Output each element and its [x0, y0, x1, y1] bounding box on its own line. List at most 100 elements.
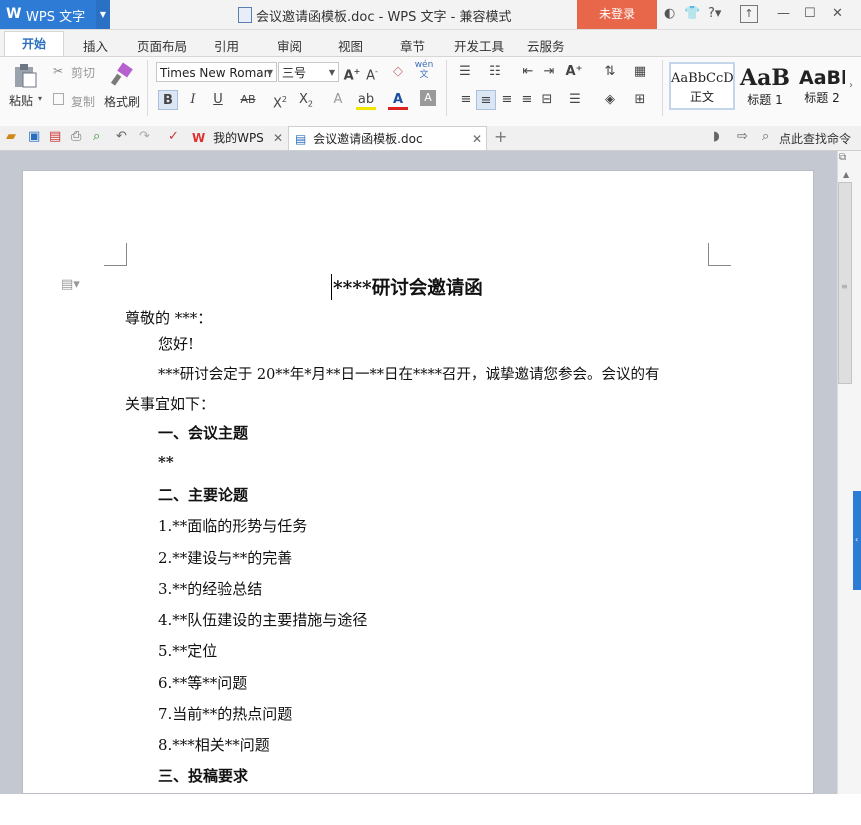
tab-page-layout[interactable]: 页面布局	[137, 36, 187, 55]
style-normal[interactable]: AaBbCcD 正文	[669, 62, 735, 110]
scissors-icon[interactable]: ✂	[53, 64, 63, 78]
close-icon[interactable]: ✕	[832, 6, 843, 21]
upload-icon[interactable]: ↑	[740, 5, 758, 23]
app-menu-button[interactable]: W WPS 文字 ▼	[0, 0, 110, 29]
undo-icon[interactable]: ↶	[116, 129, 127, 144]
paste-icon[interactable]	[12, 63, 38, 89]
list-item[interactable]: 5.**定位	[158, 640, 217, 661]
tab-view[interactable]: 视图	[338, 36, 363, 55]
list-item[interactable]: 3.**的经验总结	[158, 578, 262, 599]
paste-button[interactable]: 粘贴	[9, 92, 33, 109]
close-icon[interactable]: ✕	[273, 126, 283, 150]
align-left-icon[interactable]: ≡	[456, 90, 476, 110]
shirt-icon[interactable]: 👕	[684, 6, 700, 21]
list-item[interactable]: 2.**建设与**的完善	[158, 547, 292, 568]
format-painter-icon[interactable]	[110, 62, 134, 88]
section-heading[interactable]: 一、会议主题	[158, 422, 248, 443]
underline-icon[interactable]: U	[208, 90, 228, 110]
italic-icon[interactable]: I	[183, 90, 203, 110]
print-icon[interactable]: ⎙	[71, 129, 81, 144]
tab-my-wps[interactable]: W 我的WPS ✕	[187, 126, 287, 150]
tab-home[interactable]: 开始	[4, 31, 64, 57]
paragraph-marker-icon[interactable]: ▤▾	[61, 277, 80, 292]
highlight-icon[interactable]: ab	[356, 90, 376, 110]
char-shading-icon[interactable]: A	[420, 90, 436, 106]
list-item[interactable]: 1.**面临的形势与任务	[158, 515, 307, 536]
maximize-icon[interactable]: ☐	[804, 6, 816, 21]
shrink-font-icon[interactable]: A-	[362, 62, 382, 83]
align-center-icon[interactable]: ≡	[476, 90, 496, 110]
help-icon[interactable]: ?▾	[708, 6, 721, 21]
customize-icon[interactable]: ✓	[168, 129, 179, 144]
hello-line[interactable]: 您好!	[158, 333, 194, 354]
list-item[interactable]: 6.**等**问题	[158, 672, 247, 693]
minimize-icon[interactable]: —	[777, 6, 790, 21]
list-item[interactable]: 7.当前**的热点问题	[158, 703, 292, 724]
tab-insert[interactable]: 插入	[83, 36, 108, 55]
tab-references[interactable]: 引用	[214, 36, 239, 55]
tab-developer[interactable]: 开发工具	[454, 36, 504, 55]
section-heading[interactable]: 二、主要论题	[158, 484, 248, 505]
open-icon[interactable]: ▰	[6, 129, 16, 144]
search-icon[interactable]: ⌕	[762, 129, 769, 144]
pdf-icon[interactable]: ▤	[49, 129, 61, 144]
redo-icon[interactable]: ↷	[139, 129, 150, 144]
numbered-list-icon[interactable]: ☷	[485, 62, 505, 82]
font-color-icon[interactable]: A	[388, 90, 408, 110]
chevron-right-icon[interactable]: ›	[849, 80, 853, 91]
font-name-select[interactable]: Times New Roman ▼	[156, 62, 277, 82]
align-right-icon[interactable]: ≡	[497, 90, 517, 110]
style-heading2[interactable]: AaBl 标题 2	[798, 62, 846, 110]
shading-icon[interactable]: ◈	[600, 90, 620, 110]
increase-indent-icon[interactable]: ⇥	[539, 62, 559, 82]
distribute-icon[interactable]: ⊟	[537, 90, 557, 110]
decrease-indent-icon[interactable]: ⇤	[518, 62, 538, 82]
save-icon[interactable]: ▣	[28, 129, 40, 144]
pinyin-icon[interactable]: wén 文	[414, 60, 434, 80]
bold-icon[interactable]: B	[158, 90, 178, 110]
tab-review[interactable]: 审阅	[277, 36, 302, 55]
copy-icon[interactable]	[53, 93, 64, 105]
border-icon[interactable]: ⊞	[630, 90, 650, 110]
line-spacing-icon[interactable]: ☰	[565, 90, 585, 110]
clear-format-icon[interactable]: ◇	[388, 62, 408, 82]
table-icon[interactable]: ▦	[630, 62, 650, 82]
close-icon[interactable]: ✕	[472, 127, 482, 151]
justify-icon[interactable]: ≡	[517, 90, 537, 110]
list-item[interactable]: 8.***相关**问题	[158, 734, 270, 755]
tab-cloud[interactable]: 云服务	[527, 36, 565, 55]
split-icon[interactable]: ⧉	[839, 152, 846, 163]
text-effect-icon[interactable]: A	[328, 90, 348, 110]
text-direction-icon[interactable]: A⁺	[564, 62, 584, 82]
greeting[interactable]: 尊敬的 ***：	[125, 307, 212, 328]
subscript-icon[interactable]: X2	[296, 90, 316, 110]
forward-icon[interactable]: ⇨	[737, 129, 748, 144]
login-button[interactable]: 未登录	[577, 0, 657, 29]
strikethrough-icon[interactable]: AB	[238, 90, 258, 110]
scroll-up-icon[interactable]: ▲	[843, 170, 849, 179]
new-tab-icon[interactable]: +	[494, 127, 507, 146]
section-body[interactable]: **	[158, 453, 174, 471]
skin-icon[interactable]: ◐	[664, 6, 675, 21]
paragraph-line[interactable]: ***研讨会定于 20**年*月**日一**日在****召开，诚挚邀请您参会。会…	[158, 363, 660, 384]
style-heading1[interactable]: AaB 标题 1	[736, 62, 794, 110]
chevron-down-icon[interactable]: ▼	[96, 0, 110, 29]
sort-icon[interactable]: ⇅	[600, 62, 620, 82]
section-heading[interactable]: 三、投稿要求	[158, 765, 248, 786]
doc-title[interactable]: ****研讨会邀请函	[331, 274, 483, 300]
chevron-down-icon[interactable]: ▾	[38, 94, 42, 103]
speaker-icon[interactable]: ◗	[713, 129, 720, 144]
font-size-select[interactable]: 三号 ▼	[278, 62, 339, 82]
superscript-icon[interactable]: X2	[270, 90, 290, 111]
tab-chapter[interactable]: 章节	[400, 36, 425, 55]
command-search[interactable]: 点此查找命令	[779, 130, 851, 147]
bullet-list-icon[interactable]: ☰	[455, 62, 475, 82]
format-painter-button[interactable]: 格式刷	[104, 93, 140, 110]
tab-document[interactable]: ▤ 会议邀请函模板.doc ✕	[288, 126, 487, 150]
document-page[interactable]	[22, 170, 814, 794]
cut-button[interactable]: 剪切	[71, 64, 95, 81]
paragraph-line[interactable]: 关事宜如下：	[125, 393, 215, 414]
list-item[interactable]: 4.**队伍建设的主要措施与途径	[158, 609, 367, 630]
print-preview-icon[interactable]: ⌕	[93, 129, 100, 144]
grow-font-icon[interactable]: A+	[342, 62, 362, 83]
